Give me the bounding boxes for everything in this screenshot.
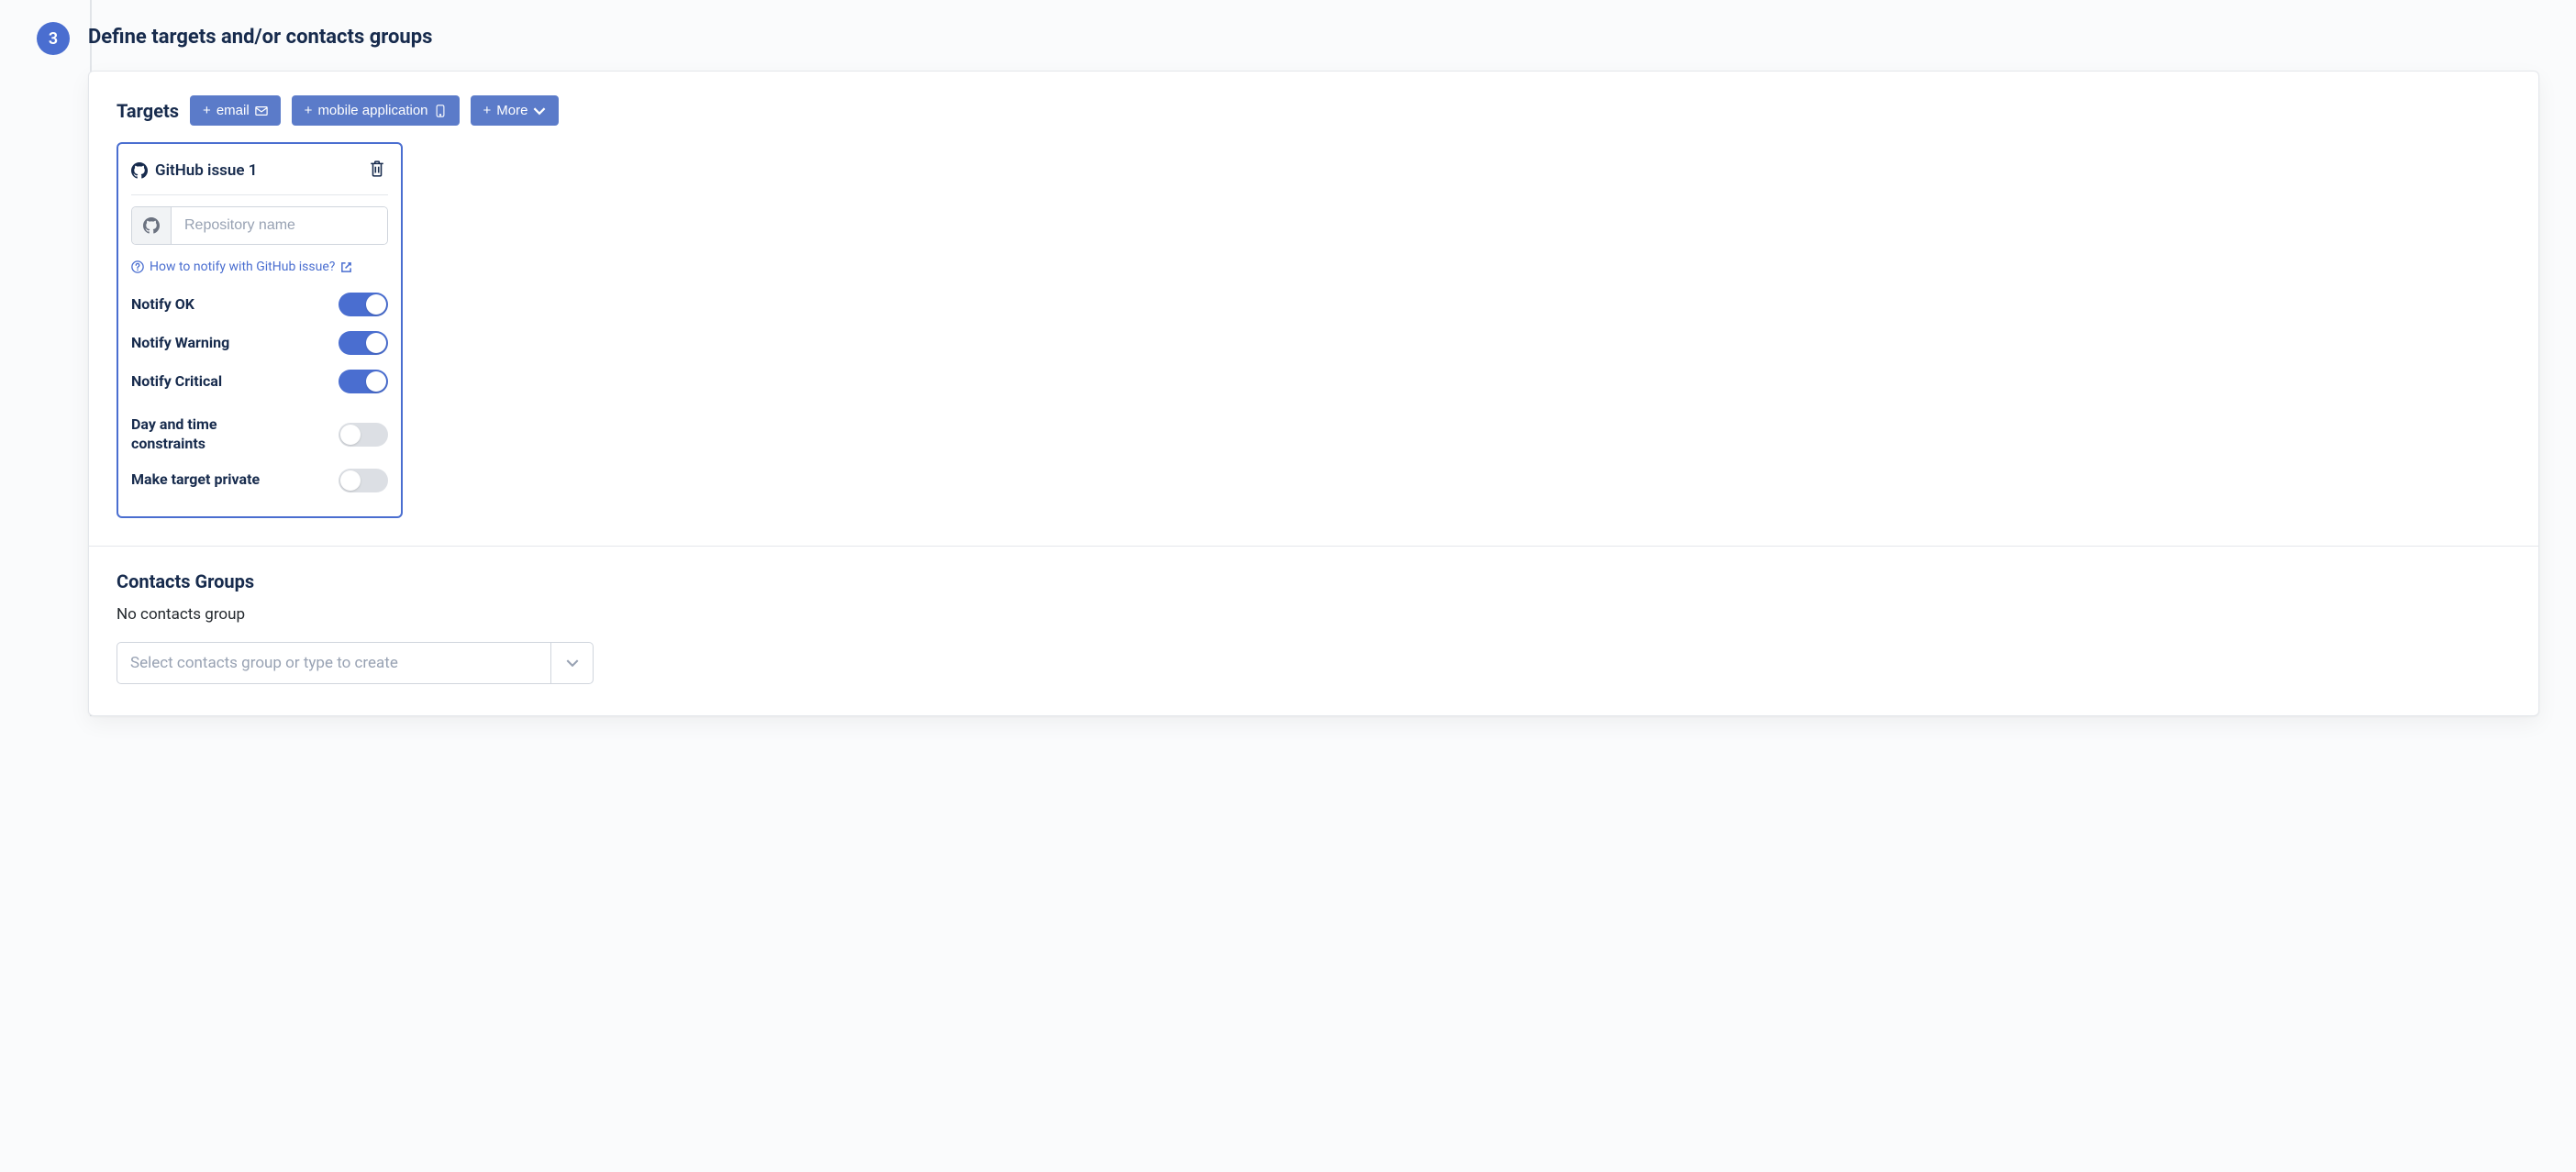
target-card-title: GitHub issue 1 (155, 161, 258, 180)
add-mobile-label: mobile application (317, 103, 427, 118)
step-number-badge: 3 (37, 22, 70, 55)
add-mobile-button[interactable]: + mobile application (292, 95, 460, 126)
notify-critical-toggle[interactable] (339, 370, 388, 393)
target-card-github: GitHub issue 1 (117, 142, 403, 518)
chevron-down-icon (533, 105, 546, 117)
repo-name-input[interactable] (172, 207, 387, 244)
day-time-label: Day and time constraints (131, 415, 287, 454)
targets-section-title: Targets (117, 100, 179, 122)
contacts-select-caret (550, 643, 593, 683)
trash-icon (370, 160, 384, 177)
mobile-icon (434, 105, 447, 117)
targets-panel: Targets + email + mobile application (88, 71, 2539, 716)
notify-warning-label: Notify Warning (131, 334, 229, 353)
help-link-text: How to notify with GitHub issue? (150, 260, 335, 274)
plus-icon: + (203, 103, 211, 118)
notify-critical-label: Notify Critical (131, 372, 222, 392)
repo-input-addon (132, 207, 172, 244)
chevron-down-icon (566, 659, 579, 667)
make-private-toggle[interactable] (339, 469, 388, 492)
question-circle-icon (131, 260, 144, 273)
notify-ok-label: Notify OK (131, 295, 194, 315)
step-title: Define targets and/or contacts groups (88, 26, 2539, 49)
envelope-icon (255, 105, 268, 117)
make-private-label: Make target private (131, 470, 260, 490)
plus-icon: + (305, 103, 313, 118)
add-more-label: More (496, 103, 527, 118)
plus-icon: + (483, 103, 492, 118)
external-link-icon (340, 261, 352, 273)
day-time-toggle[interactable] (339, 423, 388, 447)
contacts-section-title: Contacts Groups (117, 570, 2511, 592)
add-more-button[interactable]: + More (471, 95, 560, 126)
github-icon (131, 162, 148, 179)
github-icon (143, 217, 160, 234)
delete-target-button[interactable] (366, 157, 388, 183)
contacts-empty-text: No contacts group (117, 605, 2511, 624)
add-email-button[interactable]: + email (190, 95, 281, 126)
contacts-group-select[interactable]: Select contacts group or type to create (117, 642, 594, 684)
repo-input-group (131, 206, 388, 245)
help-link-github[interactable]: How to notify with GitHub issue? (131, 260, 388, 274)
add-email-label: email (217, 103, 250, 118)
notify-warning-toggle[interactable] (339, 331, 388, 355)
contacts-select-placeholder: Select contacts group or type to create (117, 643, 550, 683)
notify-ok-toggle[interactable] (339, 293, 388, 316)
